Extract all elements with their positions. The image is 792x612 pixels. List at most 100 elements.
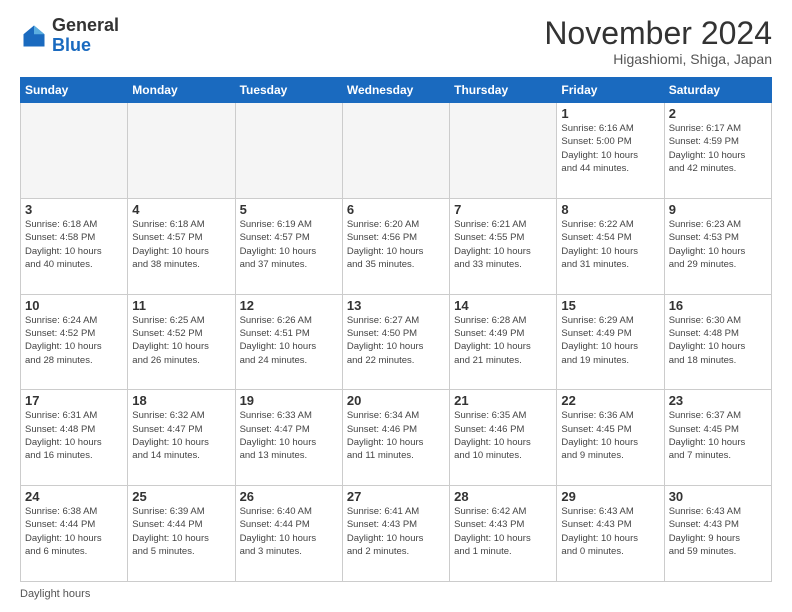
calendar-week-row: 10Sunrise: 6:24 AM Sunset: 4:52 PM Dayli… [21,294,772,390]
weekday-header-monday: Monday [128,78,235,103]
calendar-week-row: 17Sunrise: 6:31 AM Sunset: 4:48 PM Dayli… [21,390,772,486]
day-info: Sunrise: 6:29 AM Sunset: 4:49 PM Dayligh… [561,314,659,367]
day-info: Sunrise: 6:25 AM Sunset: 4:52 PM Dayligh… [132,314,230,367]
calendar-cell: 13Sunrise: 6:27 AM Sunset: 4:50 PM Dayli… [342,294,449,390]
day-info: Sunrise: 6:40 AM Sunset: 4:44 PM Dayligh… [240,505,338,558]
day-number: 8 [561,202,659,217]
day-info: Sunrise: 6:20 AM Sunset: 4:56 PM Dayligh… [347,218,445,271]
weekday-header-sunday: Sunday [21,78,128,103]
calendar-cell [235,103,342,199]
calendar-cell: 29Sunrise: 6:43 AM Sunset: 4:43 PM Dayli… [557,486,664,582]
day-info: Sunrise: 6:32 AM Sunset: 4:47 PM Dayligh… [132,409,230,462]
day-info: Sunrise: 6:35 AM Sunset: 4:46 PM Dayligh… [454,409,552,462]
page: General Blue November 2024 Higashiomi, S… [0,0,792,612]
day-number: 18 [132,393,230,408]
day-info: Sunrise: 6:16 AM Sunset: 5:00 PM Dayligh… [561,122,659,175]
calendar-cell: 2Sunrise: 6:17 AM Sunset: 4:59 PM Daylig… [664,103,771,199]
day-info: Sunrise: 6:43 AM Sunset: 4:43 PM Dayligh… [561,505,659,558]
day-number: 10 [25,298,123,313]
day-info: Sunrise: 6:17 AM Sunset: 4:59 PM Dayligh… [669,122,767,175]
day-info: Sunrise: 6:26 AM Sunset: 4:51 PM Dayligh… [240,314,338,367]
calendar-cell: 28Sunrise: 6:42 AM Sunset: 4:43 PM Dayli… [450,486,557,582]
page-subtitle: Higashiomi, Shiga, Japan [544,51,772,67]
calendar-cell: 30Sunrise: 6:43 AM Sunset: 4:43 PM Dayli… [664,486,771,582]
calendar-cell [450,103,557,199]
day-info: Sunrise: 6:22 AM Sunset: 4:54 PM Dayligh… [561,218,659,271]
calendar-table: SundayMondayTuesdayWednesdayThursdayFrid… [20,77,772,582]
logo-icon [20,22,48,50]
calendar-cell: 27Sunrise: 6:41 AM Sunset: 4:43 PM Dayli… [342,486,449,582]
day-number: 13 [347,298,445,313]
calendar-cell: 18Sunrise: 6:32 AM Sunset: 4:47 PM Dayli… [128,390,235,486]
calendar-cell: 19Sunrise: 6:33 AM Sunset: 4:47 PM Dayli… [235,390,342,486]
day-number: 12 [240,298,338,313]
footer-note: Daylight hours [20,588,772,600]
header: General Blue November 2024 Higashiomi, S… [20,16,772,67]
day-number: 25 [132,489,230,504]
weekday-header-saturday: Saturday [664,78,771,103]
day-number: 5 [240,202,338,217]
calendar-cell [21,103,128,199]
day-number: 21 [454,393,552,408]
logo-general: General [52,15,119,35]
day-info: Sunrise: 6:41 AM Sunset: 4:43 PM Dayligh… [347,505,445,558]
day-info: Sunrise: 6:19 AM Sunset: 4:57 PM Dayligh… [240,218,338,271]
weekday-header-tuesday: Tuesday [235,78,342,103]
day-info: Sunrise: 6:18 AM Sunset: 4:58 PM Dayligh… [25,218,123,271]
day-number: 19 [240,393,338,408]
calendar-cell: 10Sunrise: 6:24 AM Sunset: 4:52 PM Dayli… [21,294,128,390]
day-info: Sunrise: 6:33 AM Sunset: 4:47 PM Dayligh… [240,409,338,462]
day-info: Sunrise: 6:27 AM Sunset: 4:50 PM Dayligh… [347,314,445,367]
calendar-cell: 6Sunrise: 6:20 AM Sunset: 4:56 PM Daylig… [342,198,449,294]
calendar-cell: 9Sunrise: 6:23 AM Sunset: 4:53 PM Daylig… [664,198,771,294]
day-number: 4 [132,202,230,217]
page-title: November 2024 [544,16,772,51]
day-number: 27 [347,489,445,504]
calendar-week-row: 3Sunrise: 6:18 AM Sunset: 4:58 PM Daylig… [21,198,772,294]
day-info: Sunrise: 6:30 AM Sunset: 4:48 PM Dayligh… [669,314,767,367]
day-info: Sunrise: 6:42 AM Sunset: 4:43 PM Dayligh… [454,505,552,558]
day-number: 14 [454,298,552,313]
day-info: Sunrise: 6:31 AM Sunset: 4:48 PM Dayligh… [25,409,123,462]
calendar-cell: 14Sunrise: 6:28 AM Sunset: 4:49 PM Dayli… [450,294,557,390]
day-info: Sunrise: 6:39 AM Sunset: 4:44 PM Dayligh… [132,505,230,558]
calendar-cell: 20Sunrise: 6:34 AM Sunset: 4:46 PM Dayli… [342,390,449,486]
daylight-label: Daylight hours [20,588,90,600]
calendar-cell: 16Sunrise: 6:30 AM Sunset: 4:48 PM Dayli… [664,294,771,390]
logo: General Blue [20,16,119,56]
day-info: Sunrise: 6:24 AM Sunset: 4:52 PM Dayligh… [25,314,123,367]
day-number: 6 [347,202,445,217]
day-number: 1 [561,106,659,121]
day-info: Sunrise: 6:43 AM Sunset: 4:43 PM Dayligh… [669,505,767,558]
day-info: Sunrise: 6:34 AM Sunset: 4:46 PM Dayligh… [347,409,445,462]
day-number: 28 [454,489,552,504]
day-number: 17 [25,393,123,408]
day-number: 26 [240,489,338,504]
weekday-header-wednesday: Wednesday [342,78,449,103]
day-number: 9 [669,202,767,217]
day-number: 3 [25,202,123,217]
calendar-header-row: SundayMondayTuesdayWednesdayThursdayFrid… [21,78,772,103]
day-number: 24 [25,489,123,504]
calendar-cell [128,103,235,199]
day-info: Sunrise: 6:18 AM Sunset: 4:57 PM Dayligh… [132,218,230,271]
day-info: Sunrise: 6:28 AM Sunset: 4:49 PM Dayligh… [454,314,552,367]
calendar-cell: 24Sunrise: 6:38 AM Sunset: 4:44 PM Dayli… [21,486,128,582]
day-number: 11 [132,298,230,313]
calendar-cell: 26Sunrise: 6:40 AM Sunset: 4:44 PM Dayli… [235,486,342,582]
calendar-cell: 8Sunrise: 6:22 AM Sunset: 4:54 PM Daylig… [557,198,664,294]
calendar-cell: 5Sunrise: 6:19 AM Sunset: 4:57 PM Daylig… [235,198,342,294]
title-block: November 2024 Higashiomi, Shiga, Japan [544,16,772,67]
calendar-cell: 25Sunrise: 6:39 AM Sunset: 4:44 PM Dayli… [128,486,235,582]
calendar-cell: 15Sunrise: 6:29 AM Sunset: 4:49 PM Dayli… [557,294,664,390]
calendar-cell: 23Sunrise: 6:37 AM Sunset: 4:45 PM Dayli… [664,390,771,486]
day-number: 30 [669,489,767,504]
calendar-cell: 22Sunrise: 6:36 AM Sunset: 4:45 PM Dayli… [557,390,664,486]
day-number: 22 [561,393,659,408]
logo-blue: Blue [52,35,91,55]
calendar-cell: 4Sunrise: 6:18 AM Sunset: 4:57 PM Daylig… [128,198,235,294]
calendar-week-row: 1Sunrise: 6:16 AM Sunset: 5:00 PM Daylig… [21,103,772,199]
day-number: 20 [347,393,445,408]
day-info: Sunrise: 6:38 AM Sunset: 4:44 PM Dayligh… [25,505,123,558]
calendar-cell: 11Sunrise: 6:25 AM Sunset: 4:52 PM Dayli… [128,294,235,390]
